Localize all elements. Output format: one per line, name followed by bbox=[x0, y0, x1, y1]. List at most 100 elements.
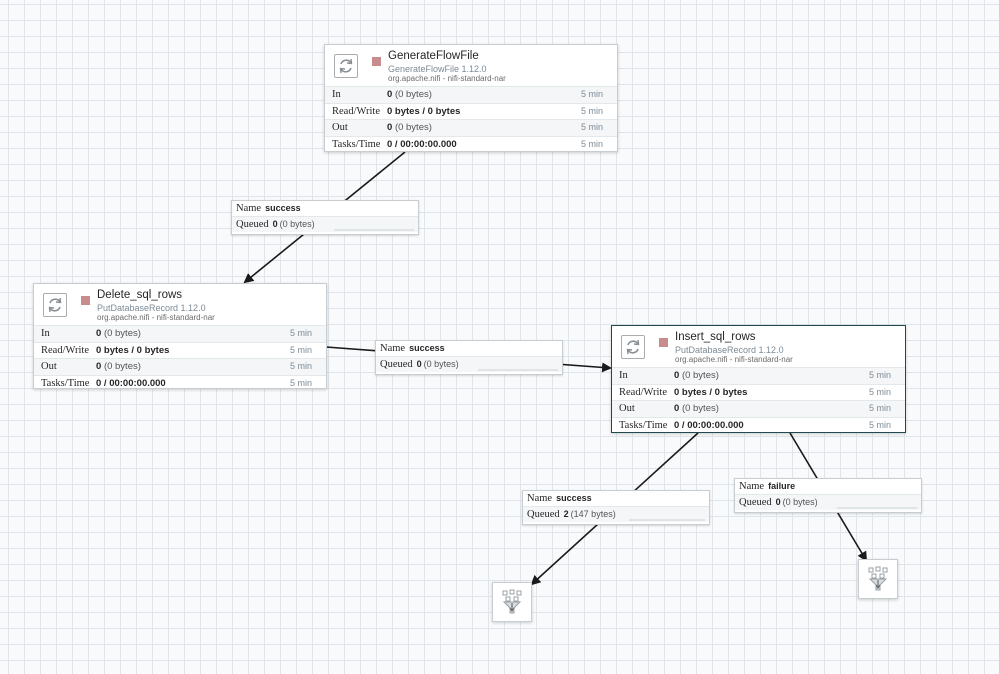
connection-name-key: Name bbox=[380, 343, 406, 354]
stopped-state-icon bbox=[81, 296, 90, 305]
processor-bundle: org.apache.nifi - nifi-standard-nar bbox=[388, 74, 506, 83]
queue-progress-bar bbox=[478, 369, 558, 371]
processor-type: PutDatabaseRecord 1.12.0 bbox=[97, 303, 206, 313]
processor-bundle: org.apache.nifi - nifi-standard-nar bbox=[675, 355, 793, 364]
stat-label: Tasks/Time bbox=[41, 377, 90, 389]
stat-count: 0 bbox=[387, 122, 393, 133]
stat-row-out: Out 0 (0 bytes) 5 min bbox=[325, 119, 617, 136]
connection-queued-row: Queued 0 (0 bytes) bbox=[735, 494, 921, 510]
processor-header: Delete_sql_rows PutDatabaseRecord 1.12.0… bbox=[34, 284, 326, 325]
queued-count: 0 bbox=[416, 359, 422, 369]
stat-label: Out bbox=[619, 403, 635, 414]
connection-name-key: Name bbox=[739, 481, 765, 492]
stat-row-tasks-time: Tasks/Time 0 / 00:00:00.000 5 min bbox=[34, 374, 326, 392]
funnel-success[interactable] bbox=[492, 582, 532, 622]
queued-size: (147 bytes) bbox=[570, 509, 616, 519]
stat-count: 0 bbox=[96, 328, 102, 339]
stopped-state-icon bbox=[659, 338, 668, 347]
connection-label-insert-failure[interactable]: Name failure Queued 0 (0 bytes) bbox=[734, 478, 922, 513]
stat-window: 5 min bbox=[868, 386, 891, 397]
stat-window: 5 min bbox=[868, 419, 891, 430]
processor-generate-flowfile[interactable]: GenerateFlowFile GenerateFlowFile 1.12.0… bbox=[324, 44, 618, 152]
stat-window: 5 min bbox=[289, 328, 312, 338]
stat-window: 5 min bbox=[580, 89, 603, 99]
stat-row-out: Out 0 (0 bytes) 5 min bbox=[612, 400, 905, 417]
stat-count: 0 bbox=[96, 361, 102, 372]
processor-header: GenerateFlowFile GenerateFlowFile 1.12.0… bbox=[325, 45, 617, 86]
queued-count: 0 bbox=[272, 219, 278, 229]
stat-label: Read/Write bbox=[332, 105, 380, 117]
stat-unit: (0 bytes) bbox=[103, 328, 141, 339]
stat-row-in: In 0 (0 bytes) 5 min bbox=[34, 325, 326, 342]
processor-icon bbox=[43, 293, 67, 317]
funnel-icon bbox=[868, 566, 888, 591]
processor-delete-sql-rows[interactable]: Delete_sql_rows PutDatabaseRecord 1.12.0… bbox=[33, 283, 327, 389]
stat-window: 5 min bbox=[289, 361, 312, 371]
connection-queued-row: Queued 0 (0 bytes) bbox=[376, 356, 562, 372]
connection-name-row: Name success bbox=[376, 341, 562, 356]
stat-label: Read/Write bbox=[41, 344, 89, 356]
queued-size: (0 bytes) bbox=[423, 359, 459, 369]
stat-window: 5 min bbox=[580, 138, 603, 149]
stat-value: 0 (0 bytes) bbox=[387, 120, 432, 136]
processor-name: GenerateFlowFile bbox=[388, 50, 479, 62]
stat-count: 0 bytes / 0 bytes bbox=[96, 344, 170, 356]
queued-size: (0 bytes) bbox=[279, 219, 315, 229]
connection-name: success bbox=[265, 203, 301, 213]
stat-unit: (0 bytes) bbox=[394, 122, 432, 133]
queued-count: 0 bbox=[775, 497, 781, 507]
stat-count: 0 bytes / 0 bytes bbox=[387, 105, 461, 117]
stat-window: 5 min bbox=[580, 105, 603, 116]
stat-unit: (0 bytes) bbox=[103, 361, 141, 372]
stat-label: Out bbox=[41, 361, 57, 372]
processor-type: GenerateFlowFile 1.12.0 bbox=[388, 64, 487, 74]
stat-value: 0 bytes / 0 bytes bbox=[674, 385, 747, 401]
connection-queued-key: Queued bbox=[236, 219, 269, 230]
stat-window: 5 min bbox=[580, 122, 603, 132]
stat-window: 5 min bbox=[289, 377, 312, 388]
funnel-failure[interactable] bbox=[858, 559, 898, 599]
stat-count: 0 / 00:00:00.000 bbox=[96, 377, 166, 389]
processor-insert-sql-rows[interactable]: Insert_sql_rows PutDatabaseRecord 1.12.0… bbox=[611, 325, 906, 433]
connection-name: failure bbox=[768, 481, 796, 491]
stat-row-in: In 0 (0 bytes) 5 min bbox=[325, 86, 617, 103]
stat-window: 5 min bbox=[289, 344, 312, 355]
stat-value: 0 (0 bytes) bbox=[387, 87, 432, 103]
funnel-icon bbox=[502, 589, 522, 614]
stat-count: 0 bytes / 0 bytes bbox=[674, 386, 748, 398]
connection-queued-row: Queued 2 (147 bytes) bbox=[523, 506, 709, 522]
stat-row-tasks-time: Tasks/Time 0 / 00:00:00.000 5 min bbox=[612, 416, 905, 434]
connection-label-delete-to-insert[interactable]: Name success Queued 0 (0 bytes) bbox=[375, 340, 563, 375]
stat-row-tasks-time: Tasks/Time 0 / 00:00:00.000 5 min bbox=[325, 135, 617, 153]
connection-name-row: Name success bbox=[232, 201, 418, 216]
stat-row-read-write: Read/Write 0 bytes / 0 bytes 5 min bbox=[34, 341, 326, 359]
stat-unit: (0 bytes) bbox=[681, 403, 719, 414]
stat-value: 0 (0 bytes) bbox=[674, 401, 719, 417]
queued-size: (0 bytes) bbox=[782, 497, 818, 507]
stat-label: Out bbox=[332, 122, 348, 133]
stat-unit: (0 bytes) bbox=[681, 370, 719, 381]
connection-label-insert-success[interactable]: Name success Queued 2 (147 bytes) bbox=[522, 490, 710, 525]
connection-name: success bbox=[556, 493, 592, 503]
stat-count: 0 bbox=[674, 403, 680, 414]
stat-label: Tasks/Time bbox=[619, 419, 668, 431]
queue-progress-bar bbox=[629, 519, 705, 521]
connection-name: success bbox=[409, 343, 445, 353]
stat-count: 0 bbox=[387, 89, 393, 100]
connection-label-gen-to-delete[interactable]: Name success Queued 0 (0 bytes) bbox=[231, 200, 419, 235]
processor-icon bbox=[334, 54, 358, 78]
processor-icon bbox=[621, 335, 645, 359]
connection-queued-key: Queued bbox=[527, 509, 560, 520]
stat-value: 0 (0 bytes) bbox=[96, 326, 141, 342]
stat-window: 5 min bbox=[868, 370, 891, 380]
stat-row-in: In 0 (0 bytes) 5 min bbox=[612, 367, 905, 384]
stat-value: 0 (0 bytes) bbox=[96, 359, 141, 375]
stat-value: 0 / 00:00:00.000 bbox=[674, 418, 744, 434]
processor-type: PutDatabaseRecord 1.12.0 bbox=[675, 345, 784, 355]
stat-value: 0 bytes / 0 bytes bbox=[96, 343, 169, 359]
stat-label: In bbox=[619, 370, 628, 381]
queue-progress-bar bbox=[837, 507, 917, 509]
stat-count: 0 bbox=[674, 370, 680, 381]
stat-value: 0 bytes / 0 bytes bbox=[387, 104, 460, 120]
connection-name-row: Name failure bbox=[735, 479, 921, 494]
